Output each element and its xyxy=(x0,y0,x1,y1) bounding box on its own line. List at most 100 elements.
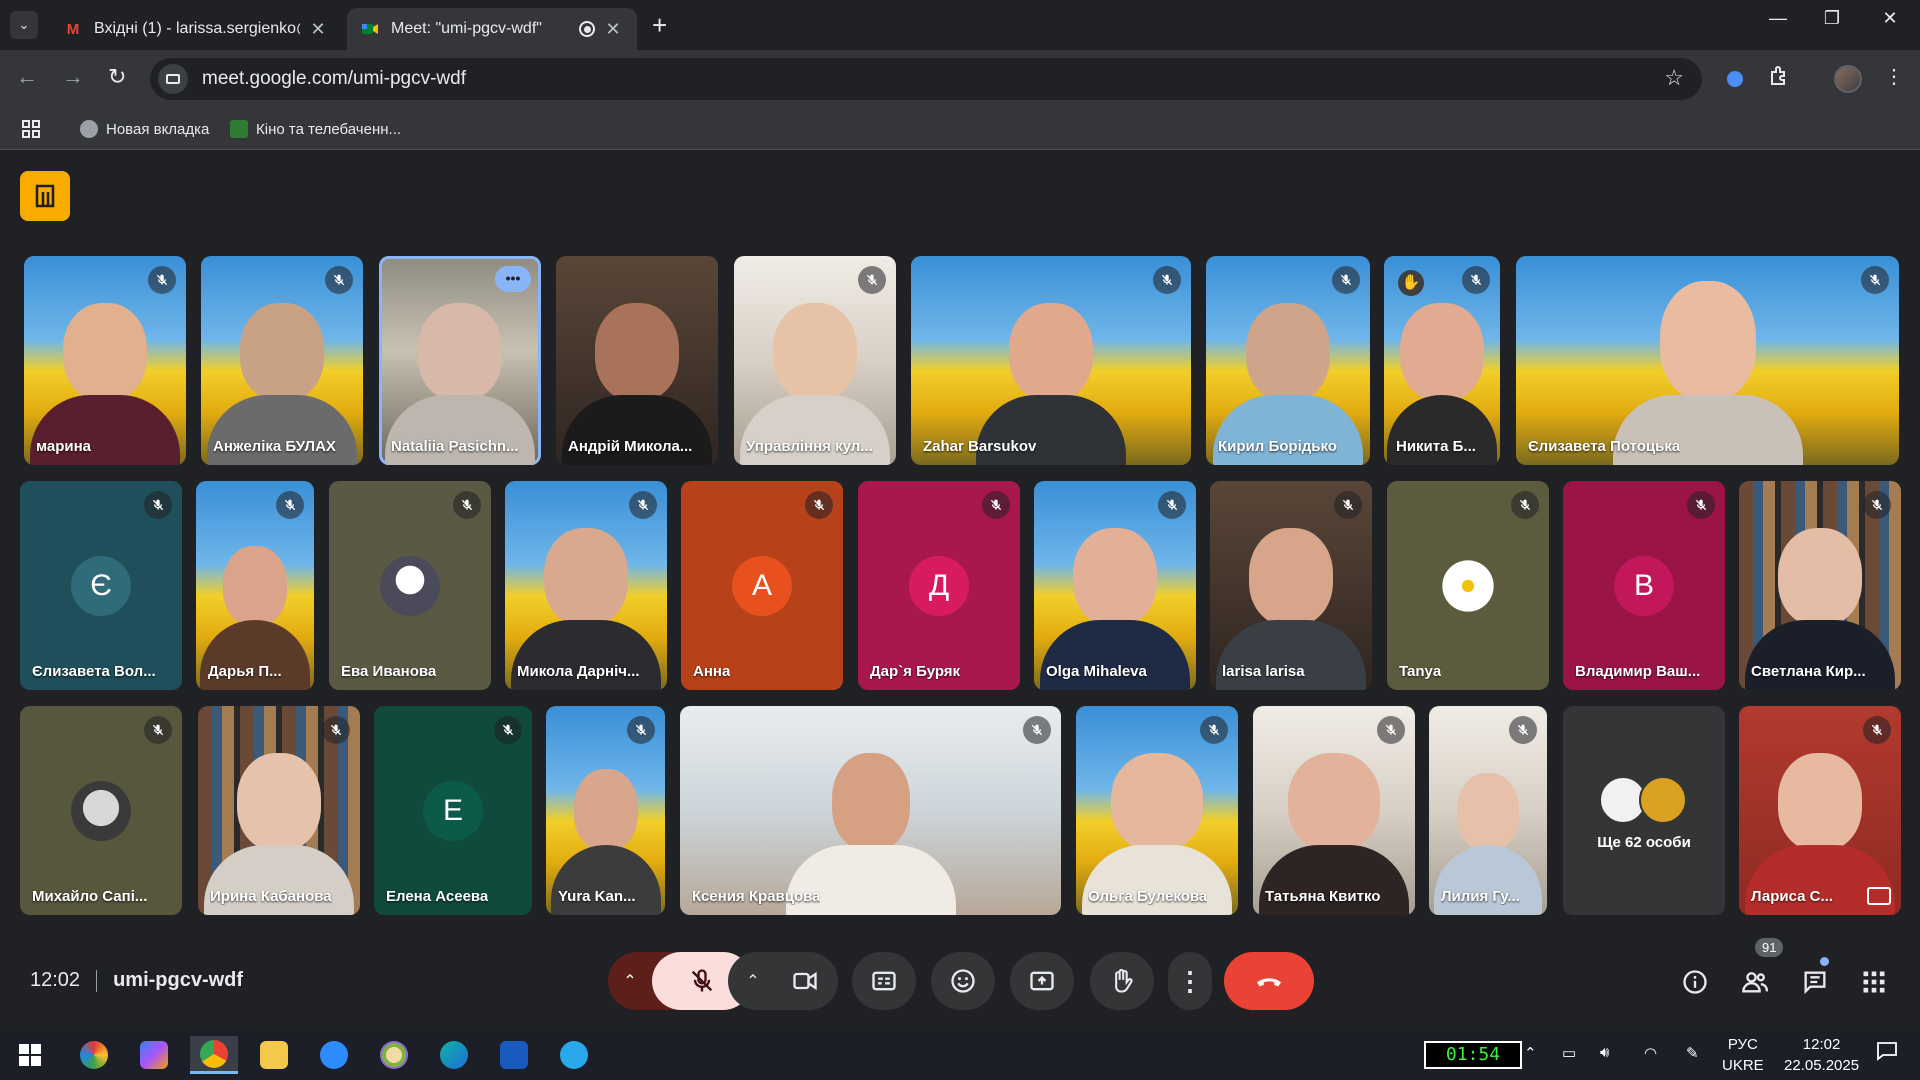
network-icon[interactable]: ◠ xyxy=(1644,1044,1657,1062)
browser-menu-icon[interactable]: ⋮ xyxy=(1884,64,1904,89)
more-options-button[interactable]: ⋮ xyxy=(1168,952,1212,1010)
participant-tile[interactable]: марина xyxy=(24,256,186,465)
address-bar[interactable]: meet.google.com/umi-pgcv-wdf ☆ xyxy=(150,58,1702,100)
battery-icon[interactable]: ▭ xyxy=(1562,1044,1576,1062)
participant-tile[interactable]: ✋ Никита Б... xyxy=(1384,256,1500,465)
site-info-icon[interactable] xyxy=(158,64,188,94)
close-icon[interactable]: ✕ xyxy=(308,19,328,40)
taskbar-app-zoom[interactable] xyxy=(310,1036,358,1074)
forward-icon[interactable]: → xyxy=(62,64,84,90)
participant-tile[interactable]: Е Елена Асеева xyxy=(374,706,532,915)
taskbar-app-word[interactable] xyxy=(490,1036,538,1074)
participant-tile[interactable]: Лариса С... xyxy=(1739,706,1901,915)
extension-dot-icon[interactable] xyxy=(1727,71,1743,87)
participant-tile[interactable]: Є Єлизавета Вол... xyxy=(20,481,182,690)
language-bottom: UKRE xyxy=(1722,1057,1764,1074)
participant-initial: В xyxy=(1614,555,1674,616)
back-icon[interactable]: ← xyxy=(16,64,38,90)
more-options-icon[interactable]: ••• xyxy=(495,266,531,292)
tab-title: Meet: "umi-pgcv-wdf" xyxy=(391,20,542,37)
activities-button[interactable] xyxy=(1854,962,1894,1002)
gmail-icon: M xyxy=(66,20,80,38)
participant-tile[interactable]: Ксения Кравцова xyxy=(680,706,1061,915)
bookmark-new-tab[interactable]: Новая вкладка xyxy=(80,120,209,138)
minimize-button[interactable]: — xyxy=(1756,8,1800,38)
participant-tile[interactable]: ••• Nataliia Pasichn... xyxy=(379,256,541,465)
language-indicator[interactable]: РУС UKRE xyxy=(1722,1034,1764,1076)
notifications-icon[interactable] xyxy=(1876,1040,1898,1066)
mic-off-icon xyxy=(627,716,655,744)
raise-hand-button[interactable] xyxy=(1090,952,1154,1010)
taskbar-app-chrome[interactable] xyxy=(190,1036,238,1074)
participant-tile[interactable]: Анжеліка БУЛАХ xyxy=(201,256,363,465)
window-close-button[interactable]: ✕ xyxy=(1868,8,1912,38)
taskbar-app-edge[interactable] xyxy=(430,1036,478,1074)
telegram-icon xyxy=(560,1041,588,1069)
participant-tile[interactable]: Андрій Микола... xyxy=(556,256,718,465)
start-button[interactable] xyxy=(6,1036,54,1074)
participant-tile[interactable]: Д Дар`я Буряк xyxy=(858,481,1020,690)
participant-tile[interactable]: Ева Иванова xyxy=(329,481,491,690)
restore-button[interactable]: ❐ xyxy=(1810,8,1854,38)
picture-in-picture-icon[interactable] xyxy=(1867,887,1891,905)
participant-initial: Є xyxy=(71,555,131,616)
tab-meet[interactable]: Meet: "umi-pgcv-wdf" ✕ xyxy=(347,8,637,50)
people-button[interactable] xyxy=(1735,962,1775,1002)
people-icon xyxy=(1742,972,1768,993)
camera-button[interactable] xyxy=(775,967,835,995)
participant-tile[interactable]: Zahar Barsukov xyxy=(911,256,1191,465)
participant-tile[interactable]: Ольга Булекова xyxy=(1076,706,1238,915)
tab-search-button[interactable]: ⌄ xyxy=(10,11,38,39)
apps-grid-icon[interactable] xyxy=(22,120,40,138)
participant-tile[interactable]: Лилия Гу... xyxy=(1429,706,1547,915)
participant-tile[interactable]: Olga Mihaleva xyxy=(1034,481,1196,690)
pen-icon[interactable]: ✎ xyxy=(1686,1044,1699,1062)
chat-button[interactable] xyxy=(1795,962,1835,1002)
participant-tile[interactable]: Tanya xyxy=(1387,481,1549,690)
participant-tile[interactable]: Єлизавета Потоцька xyxy=(1516,256,1899,465)
tab-gmail[interactable]: M Вхідні (1) - larissa.sergienko@g ✕ xyxy=(50,8,342,50)
url-text[interactable]: meet.google.com/umi-pgcv-wdf xyxy=(202,68,466,90)
video-options-icon[interactable]: ⌃ xyxy=(731,971,775,991)
audio-options-icon[interactable]: ⌃ xyxy=(608,971,652,991)
participant-tile[interactable]: В Владимир Ваш... xyxy=(1563,481,1725,690)
bookmark-star-icon[interactable]: ☆ xyxy=(1664,65,1684,91)
participant-name: Светлана Кир... xyxy=(1751,663,1866,680)
participant-tile[interactable]: Ирина Кабанова xyxy=(198,706,360,915)
present-screen-icon xyxy=(1030,971,1054,991)
mic-off-icon xyxy=(1158,491,1186,519)
participant-tile[interactable]: Светлана Кир... xyxy=(1739,481,1901,690)
new-tab-button[interactable]: + xyxy=(652,10,667,41)
participant-name: Управління кул... xyxy=(746,438,873,455)
profile-avatar[interactable] xyxy=(1834,65,1862,93)
participant-name: Ксения Кравцова xyxy=(692,888,821,905)
system-clock[interactable]: 12:02 22.05.2025 xyxy=(1784,1034,1859,1076)
participant-tile[interactable]: А Анна xyxy=(681,481,843,690)
taskbar-app-paint[interactable] xyxy=(70,1036,118,1074)
host-controls-icon[interactable] xyxy=(20,171,70,221)
participant-tile[interactable]: larisa larisa xyxy=(1210,481,1372,690)
bookmark-kino[interactable]: Кіно та телебаченн... xyxy=(230,120,401,138)
close-icon[interactable]: ✕ xyxy=(603,19,623,40)
participant-tile[interactable]: Микола Дарнiч... xyxy=(505,481,667,690)
volume-icon[interactable]: 🔊︎ xyxy=(1600,1044,1609,1061)
participant-tile[interactable]: Михайло Сапі... xyxy=(20,706,182,915)
extensions-icon[interactable] xyxy=(1768,64,1790,92)
reload-icon[interactable]: ↻ xyxy=(108,64,126,90)
meeting-details-button[interactable] xyxy=(1675,962,1715,1002)
taskbar-app-palette[interactable] xyxy=(370,1036,418,1074)
participant-tile[interactable]: Татьяна Квитко xyxy=(1253,706,1415,915)
reactions-button[interactable] xyxy=(931,952,995,1010)
present-button[interactable] xyxy=(1010,952,1074,1010)
leave-call-button[interactable] xyxy=(1224,952,1314,1010)
overflow-participants-tile[interactable]: Ще 62 особи xyxy=(1563,706,1725,915)
show-hidden-icons-icon[interactable]: ⌃ xyxy=(1524,1044,1537,1062)
participant-tile[interactable]: Дарья П... xyxy=(196,481,314,690)
captions-button[interactable] xyxy=(852,952,916,1010)
taskbar-app-copilot[interactable] xyxy=(130,1036,178,1074)
participant-tile[interactable]: Yura Kan... xyxy=(546,706,665,915)
taskbar-app-explorer[interactable] xyxy=(250,1036,298,1074)
participant-tile[interactable]: Кирил Борідько xyxy=(1206,256,1370,465)
taskbar-app-telegram[interactable] xyxy=(550,1036,598,1074)
participant-tile[interactable]: Управління кул... xyxy=(734,256,896,465)
